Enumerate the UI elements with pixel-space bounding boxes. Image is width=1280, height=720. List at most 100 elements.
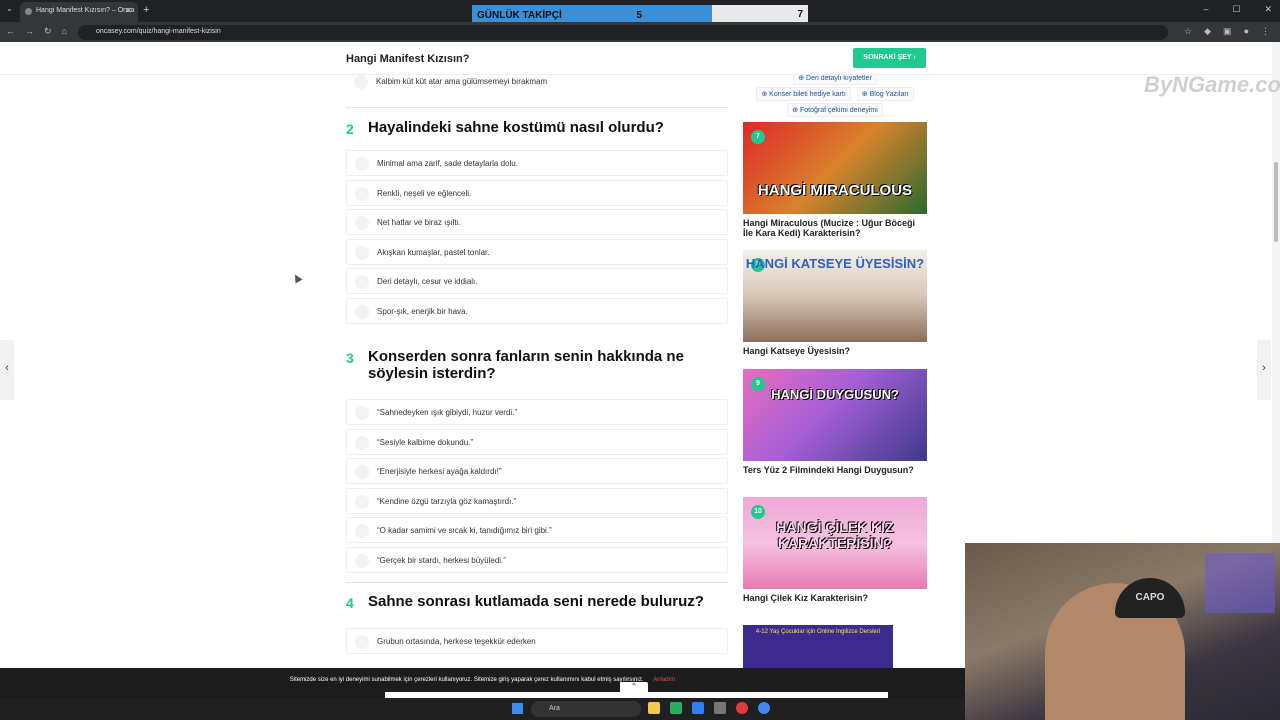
close-window-icon[interactable]: ✕ xyxy=(1264,4,1272,15)
next-thing-button[interactable]: SONRAKİ ŞEY › xyxy=(853,48,926,68)
tab-list-icon[interactable]: ⌄ xyxy=(6,4,13,13)
card-image: 8 HANGİ KATSEYE ÜYESİSİN? xyxy=(743,250,927,342)
radio-icon xyxy=(355,245,369,260)
cookie-banner: Sitemizde size en iyi deneyimi sunabilme… xyxy=(0,668,965,698)
answer-text: Renkli, neşeli ve eğlenceli. xyxy=(377,188,472,198)
tag-label: Deri detaylı kıyafetler xyxy=(806,75,872,82)
card-image-text: HANGİ ÇİLEK KIZ KARAKTERİSİN? xyxy=(776,519,894,551)
question-number: 2 xyxy=(346,121,354,137)
hat-text: CAPO xyxy=(1135,592,1165,603)
question-number: 4 xyxy=(346,595,354,611)
cookie-text: Sitemizde size en iyi deneyimi sunabilme… xyxy=(289,677,644,683)
radio-icon xyxy=(355,406,369,420)
answer-text: Kalbim küt küt atar ama gülümsemeyi bıra… xyxy=(376,77,548,86)
cookie-banner-bar xyxy=(385,692,888,698)
quiz-answer-option[interactable]: Deri detaylı, cesur ve iddialı. xyxy=(346,268,728,294)
radio-icon xyxy=(355,216,369,230)
answer-list: Grubun ortasında, herkese teşekkür ederk… xyxy=(346,628,728,654)
tag-label: Blog Yazıları xyxy=(869,91,909,98)
mouse-cursor-icon xyxy=(291,272,303,284)
card-title[interactable]: Ters Yüz 2 Filmindeki Hangi Duygusun? xyxy=(743,465,927,475)
file-explorer-icon[interactable] xyxy=(648,702,660,714)
quiz-answer-option[interactable]: Renkli, neşeli ve eğlenceli. xyxy=(346,179,728,206)
minimize-icon[interactable]: – xyxy=(1203,4,1208,15)
quiz-answer-option[interactable]: Net hatlar ve biraz ışıltı. xyxy=(346,209,728,235)
question-2: 2 Hayalindeki sahne kostümü nasıl olurdu… xyxy=(346,119,728,327)
app-green-icon[interactable] xyxy=(670,702,682,714)
next-arrow-icon[interactable]: › xyxy=(1257,340,1271,400)
question-4: 4 Sahne sonrası kutlamada seni nerede bu… xyxy=(346,593,728,658)
address-bar[interactable]: oncasey.com/quiz/hangi-manifest-kizisin xyxy=(78,25,1168,40)
favicon-icon xyxy=(25,8,32,15)
tag-list: ⊕ Deri detaylı kıyafetler ⊕ Konser bilet… xyxy=(743,70,927,118)
tag-label: Fotoğraf çekimi deneyimi xyxy=(800,107,878,114)
divider xyxy=(346,582,728,583)
app-blue-icon[interactable] xyxy=(692,702,704,714)
prev-arrow-icon[interactable]: ‹ xyxy=(0,340,14,400)
quiz-answer-option[interactable]: “Gerçek bir stardı, herkesi büyüledi.” xyxy=(346,546,728,573)
related-quiz-card[interactable]: 7 HANGİ MIRACULOUS Hangi Miraculous (Muc… xyxy=(743,122,927,238)
browser-tab[interactable]: Hangi Manifest Kızısın? – Onca ✕ xyxy=(20,2,138,22)
app-red-icon[interactable] xyxy=(736,702,748,714)
quiz-answer-option[interactable]: “Kendine özgü tarzıyla göz kamaştırdı.” xyxy=(346,487,728,514)
new-tab-icon[interactable]: + xyxy=(143,4,149,16)
answer-text: “Sahnedeyken ışık gibiydi, huzur verdi.” xyxy=(377,408,518,417)
card-title[interactable]: Hangi Çilek Kız Karakterisin? xyxy=(743,593,927,603)
card-image: 7 HANGİ MIRACULOUS xyxy=(743,122,927,214)
watermark-logo: ByNGame.com xyxy=(1144,72,1280,97)
card-title[interactable]: Hangi Miraculous (Mucize : Uğur Böceği İ… xyxy=(743,218,927,238)
chrome-icon[interactable] xyxy=(758,702,770,714)
quiz-answer-option[interactable]: “Sesiyle kalbime dokundu.” xyxy=(346,428,728,455)
related-quiz-card[interactable]: 9 HANGİ DUYGUSUN? Ters Yüz 2 Filmindeki … xyxy=(743,369,927,475)
reload-icon[interactable]: ↻ xyxy=(44,26,52,37)
start-menu-icon[interactable] xyxy=(512,703,523,714)
radio-icon xyxy=(355,304,369,319)
question-title: Sahne sonrası kutlamada seni nerede bulu… xyxy=(368,593,704,610)
quiz-answer-option[interactable]: Grubun ortasında, herkese teşekkür ederk… xyxy=(346,628,728,654)
taskbar-search-input[interactable]: Ara xyxy=(531,701,641,717)
cookie-accept-button[interactable]: Anladım xyxy=(653,677,675,683)
webcam-overlay: CAPO xyxy=(965,543,1280,720)
profile-icon[interactable]: ● xyxy=(1244,26,1249,37)
webcam-background-light xyxy=(1205,553,1275,613)
extension-icon[interactable]: ◆ xyxy=(1204,26,1211,37)
radio-icon xyxy=(355,275,369,289)
bookmark-star-icon[interactable]: ☆ xyxy=(1184,26,1192,37)
counter-value: 5 xyxy=(636,9,642,21)
more-menu-icon[interactable]: ⋮ xyxy=(1261,26,1270,37)
forward-icon[interactable]: → xyxy=(25,26,34,37)
answer-text: Grubun ortasında, herkese teşekkür ederk… xyxy=(377,637,536,646)
radio-icon xyxy=(355,186,369,201)
answer-list: “Sahnedeyken ışık gibiydi, huzur verdi.”… xyxy=(346,399,728,573)
tag-link[interactable]: ⊕ Blog Yazıları xyxy=(856,87,914,101)
next-button-label: SONRAKİ ŞEY xyxy=(863,54,912,61)
tag-link[interactable]: ⊕ Konser bileti hediye kartı xyxy=(756,87,851,101)
counter-label: GÜNLÜK TAKİPÇİ xyxy=(477,9,562,21)
answer-text: Spor-şık, enerjik bir hava. xyxy=(377,306,468,316)
quiz-answer-option[interactable]: “Sahnedeyken ışık gibiydi, huzur verdi.” xyxy=(346,399,728,425)
tag-link[interactable]: ⊕ Fotoğraf çekimi deneyimi xyxy=(787,103,883,117)
page-title: Hangi Manifest Kızısın? xyxy=(346,53,470,65)
quiz-answer-option[interactable]: Minimal ama zarif, sade detaylarla dolu. xyxy=(346,150,728,176)
quiz-answer-option[interactable]: Spor-şık, enerjik bir hava. xyxy=(346,297,728,324)
maximize-icon[interactable]: ☐ xyxy=(1232,4,1240,15)
related-quiz-card[interactable]: 8 HANGİ KATSEYE ÜYESİSİN? Hangi Katseye … xyxy=(743,250,927,356)
quiz-answer-option[interactable]: Akışkan kumaşlar, pastel tonlar. xyxy=(346,238,728,265)
nav-buttons: ← → ↻ ⌂ xyxy=(6,26,67,37)
question-title: Hayalindeki sahne kostümü nasıl olurdu? xyxy=(368,119,664,136)
card-image-text: HANGİ KATSEYE ÜYESİSİN? xyxy=(745,256,925,271)
advertisement[interactable]: 4-12 Yaş Çocuklar için Online İngilizce … xyxy=(743,625,893,669)
home-icon[interactable]: ⌂ xyxy=(62,26,67,37)
back-icon[interactable]: ← xyxy=(6,26,15,37)
question-title: Konserden sonra fanların senin hakkında … xyxy=(368,348,684,382)
answer-text: “O kadar samimi ve sıcak ki, tanıdığımız… xyxy=(377,526,552,535)
puzzle-icon[interactable]: ▣ xyxy=(1223,26,1232,37)
card-title[interactable]: Hangi Katseye Üyesisin? xyxy=(743,346,927,356)
app-gray-icon[interactable] xyxy=(714,702,726,714)
related-quiz-card[interactable]: 10 HANGİ ÇİLEK KIZ KARAKTERİSİN? Hangi Ç… xyxy=(743,497,927,603)
quiz-answer-option[interactable]: “Enerjisiyle herkesi ayağa kaldırdı!” xyxy=(346,458,728,484)
close-tab-icon[interactable]: ✕ xyxy=(125,6,132,15)
radio-icon xyxy=(355,635,369,649)
quiz-answer-option[interactable]: “O kadar samimi ve sıcak ki, tanıdığımız… xyxy=(346,517,728,543)
scrollbar-thumb[interactable] xyxy=(1274,162,1278,242)
